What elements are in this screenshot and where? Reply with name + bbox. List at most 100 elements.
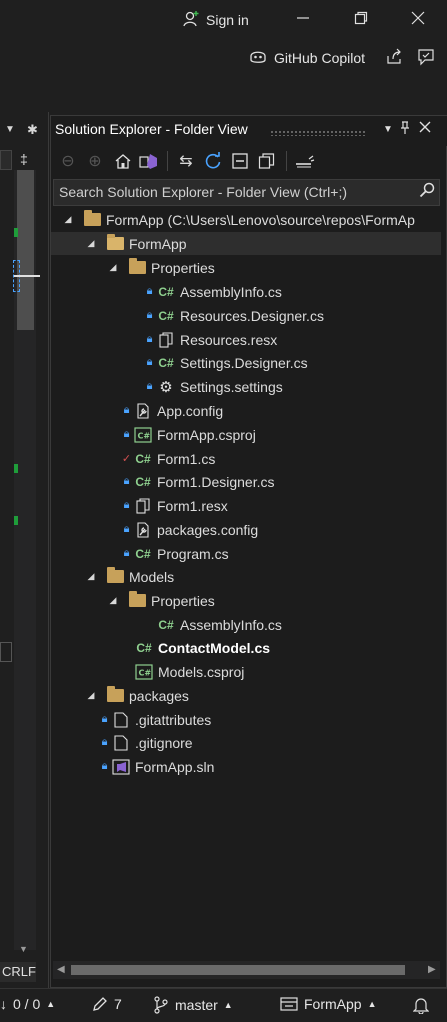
- sync-button[interactable]: ⇆: [175, 149, 197, 173]
- tree-item-models[interactable]: ◢ Models: [86, 565, 174, 588]
- drag-grip[interactable]: [270, 130, 366, 136]
- tree-item-packages[interactable]: ◢ packages: [86, 684, 189, 707]
- folder-icon: [128, 591, 146, 609]
- search-icon[interactable]: [419, 182, 435, 202]
- lock-icon: 🔒︎: [146, 309, 153, 321]
- panel-title: Solution Explorer - Folder View: [55, 121, 248, 137]
- tree-item-properties[interactable]: ◢ Properties: [108, 256, 215, 279]
- dropdown-arrow-icon[interactable]: ▼: [5, 124, 15, 135]
- tree-item-label: FormApp: [129, 235, 187, 252]
- lock-icon: 🔒︎: [146, 285, 153, 297]
- change-marker: [14, 464, 18, 473]
- forward-button[interactable]: ⊕: [84, 149, 106, 173]
- feedback-button[interactable]: [417, 48, 435, 69]
- editor-scrollbar-thumb[interactable]: [17, 170, 34, 330]
- tree-item-contactmodel[interactable]: C# ContactModel.cs: [135, 636, 270, 659]
- copilot-icon: [248, 47, 268, 68]
- tree-item-gitignore[interactable]: 🔒︎ .gitignore: [99, 731, 193, 754]
- tree-item-form1-designer[interactable]: 🔒︎ C# Form1.Designer.cs: [121, 470, 275, 493]
- lock-icon: 🔒︎: [123, 523, 130, 535]
- show-all-files-button[interactable]: [256, 149, 278, 173]
- expanded-arrow-icon[interactable]: ◢: [108, 262, 118, 273]
- close-window-button[interactable]: [408, 10, 428, 32]
- github-copilot-button[interactable]: GitHub Copilot: [248, 47, 365, 68]
- sign-in-label: Sign in: [206, 12, 249, 28]
- collapse-all-button[interactable]: [229, 149, 251, 173]
- sign-in-button[interactable]: Sign in: [182, 10, 249, 30]
- tree-item-models-csproj[interactable]: C# Models.csproj: [135, 660, 244, 683]
- minimize-button[interactable]: [293, 10, 313, 32]
- expanded-arrow-icon[interactable]: ◢: [86, 690, 96, 701]
- tree-item-label: Form1.cs: [157, 450, 216, 467]
- home-button[interactable]: [112, 149, 134, 173]
- csharp-file-icon: C#: [135, 474, 151, 489]
- tree-item-label: ContactModel.cs: [158, 639, 271, 656]
- tree-item-label: Settings.Designer.cs: [180, 354, 308, 371]
- user-add-icon: [182, 10, 200, 31]
- arrow-down-icon: ↓: [0, 996, 7, 1012]
- properties-button[interactable]: [294, 149, 316, 173]
- refresh-button[interactable]: [202, 149, 224, 173]
- tree-item-label: Resources.resx: [180, 331, 278, 348]
- tree-item-root[interactable]: ◢ FormApp (C:\Users\Lenovo\source\repos\…: [63, 208, 415, 231]
- csharp-file-icon: C#: [158, 355, 174, 370]
- tree-item-formapp-csproj[interactable]: 🔒︎ C# FormApp.csproj: [121, 423, 256, 446]
- show-all-files-icon: [258, 153, 275, 169]
- expanded-arrow-icon[interactable]: ◢: [108, 595, 118, 606]
- restore-button[interactable]: [351, 10, 371, 32]
- lock-icon: 🔒︎: [123, 475, 130, 487]
- horizontal-scrollbar-thumb[interactable]: [71, 965, 405, 975]
- settings-gear-icon[interactable]: ✱: [27, 122, 38, 138]
- tree-item-app-config[interactable]: 🔒︎ App.config: [121, 399, 224, 422]
- lock-icon: 🔒︎: [101, 713, 108, 725]
- changes-status[interactable]: 7: [92, 996, 122, 1012]
- tree-item-form1-cs[interactable]: ✓ C# Form1.cs: [121, 447, 215, 470]
- change-marker: [14, 228, 18, 237]
- tree-item-gitattributes[interactable]: 🔒︎ .gitattributes: [99, 708, 212, 731]
- close-panel-button[interactable]: [417, 121, 433, 136]
- scroll-left-icon[interactable]: ◀: [57, 964, 65, 975]
- scroll-down-icon[interactable]: ▼: [19, 944, 28, 954]
- expanded-arrow-icon[interactable]: ◢: [86, 571, 96, 582]
- repo-status[interactable]: FormApp ▲: [280, 996, 377, 1012]
- lock-icon: 🔒︎: [123, 404, 130, 416]
- tree-item-program-cs[interactable]: 🔒︎ C# Program.cs: [121, 542, 229, 565]
- errors-status[interactable]: ↓ 0 / 0 ▲: [0, 996, 55, 1012]
- split-icon[interactable]: ‡: [20, 151, 28, 167]
- tree-item-formapp[interactable]: ◢ FormApp: [86, 232, 187, 255]
- share-button[interactable]: [385, 48, 403, 69]
- line-ending-indicator[interactable]: CRLF: [0, 962, 36, 982]
- tree-item-resources-resx[interactable]: 🔒︎ Resources.resx: [144, 328, 278, 351]
- notifications-button[interactable]: [413, 996, 429, 1014]
- tree-item-packages-config[interactable]: 🔒︎ packages.config: [121, 518, 259, 541]
- lock-icon: 🔒︎: [146, 380, 153, 392]
- scroll-right-icon[interactable]: ▶: [428, 964, 436, 975]
- expanded-arrow-icon[interactable]: ◢: [63, 214, 73, 225]
- forward-icon: ⊕: [88, 153, 102, 170]
- panel-menu-icon[interactable]: ▼: [380, 124, 396, 135]
- editor-dropdown[interactable]: [0, 150, 12, 170]
- back-button[interactable]: ⊖: [57, 149, 79, 173]
- svg-text:C#: C#: [138, 431, 151, 440]
- tree-item-models-assemblyinfo[interactable]: C# AssemblyInfo.cs: [157, 613, 282, 636]
- close-icon: [411, 11, 425, 25]
- tree-item-resources-designer[interactable]: 🔒︎ C# Resources.Designer.cs: [144, 304, 324, 327]
- expanded-arrow-icon[interactable]: ◢: [86, 238, 96, 249]
- tree-item-form1-resx[interactable]: 🔒︎ Form1.resx: [121, 494, 228, 517]
- toolbar-separator: [286, 151, 287, 171]
- folder-icon: [128, 258, 146, 276]
- branch-icon: [154, 996, 168, 1014]
- file-icon: [112, 711, 130, 728]
- tree-item-settings-designer[interactable]: 🔒︎ C# Settings.Designer.cs: [144, 351, 308, 374]
- tree-item-formapp-sln[interactable]: 🔒︎ FormApp.sln: [99, 755, 215, 778]
- switch-views-button[interactable]: [138, 149, 160, 173]
- tree-item-label: AssemblyInfo.cs: [180, 616, 282, 633]
- repository-icon: [280, 997, 298, 1011]
- tree-item-models-properties[interactable]: ◢ Properties: [108, 589, 215, 612]
- tree-item-settings-settings[interactable]: 🔒︎ ⚙ Settings.settings: [144, 375, 283, 398]
- branch-status[interactable]: master ▲: [153, 996, 233, 1014]
- pin-icon[interactable]: [397, 121, 413, 138]
- tree-item-label: Resources.Designer.cs: [180, 307, 324, 324]
- csproj-icon: C#: [134, 426, 152, 443]
- tree-item-assemblyinfo[interactable]: 🔒︎ C# AssemblyInfo.cs: [144, 280, 282, 303]
